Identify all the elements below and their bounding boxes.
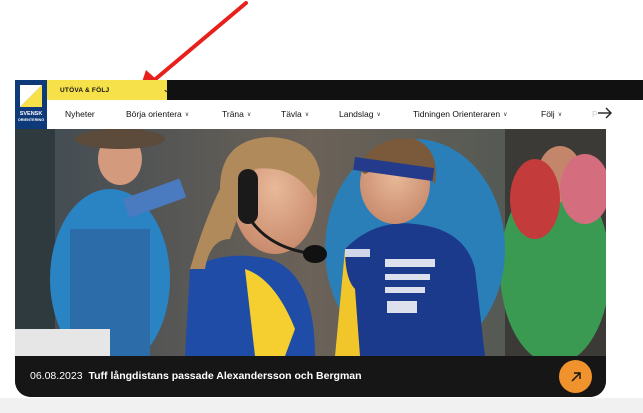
utova-folj-tab[interactable]: UTÖVA & FÖLJ ⌄ [47, 80, 170, 100]
nav-item-tidningen-orienteraren[interactable]: Tidningen Orienteraren ∨ [413, 109, 508, 119]
chevron-down-icon: ∨ [304, 111, 310, 118]
services-label: Tjänster [571, 6, 597, 13]
chevron-down-icon: ∨ [246, 111, 252, 118]
chevron-down-icon: ∨ [503, 111, 508, 118]
about-soft-label: Om SOFT [506, 6, 536, 13]
nav-item-label: Träna [222, 109, 244, 119]
orienteering-flag-icon [17, 82, 45, 110]
hero-caption-bar: 06.08.2023 Tuff långdistans passade Alex… [15, 356, 606, 397]
top-bar: UTÖVA & FÖLJ ⌄ [15, 80, 643, 100]
logo-line2: ORIENTERING [17, 118, 45, 122]
svensk-orientering-logo[interactable]: SVENSK ORIENTERING [15, 80, 47, 129]
hero-photo [15, 129, 606, 356]
news-date: 06.08.2023 [30, 370, 83, 382]
news-title: Tuff långdistans passade Alexandersson o… [88, 370, 362, 382]
nav-item-label: Nyheter [65, 109, 95, 119]
search-label: Sök [463, 6, 475, 13]
search-button[interactable]: Sök [463, 6, 485, 13]
about-soft-menu[interactable]: Om SOFT [506, 6, 545, 13]
nav-item-label: Tävla [281, 109, 302, 119]
nav-item-label: Följ [541, 109, 555, 119]
nav-item-folj[interactable]: Följ ∨ [541, 109, 562, 119]
arrow-up-right-icon [571, 371, 581, 381]
search-icon [478, 6, 485, 13]
bottom-section-strip [0, 398, 643, 413]
nav-item-label: Landslag [339, 109, 374, 119]
nav-item-borja-orientera[interactable]: Börja orientera ∨ [126, 109, 189, 119]
chevron-down-icon [539, 7, 545, 12]
services-link[interactable]: Tjänster [571, 6, 596, 13]
arrow-right-icon[interactable] [597, 106, 613, 120]
read-more-button[interactable] [559, 360, 592, 393]
utova-folj-label: UTÖVA & FÖLJ [60, 86, 110, 94]
hero-card[interactable]: 06.08.2023 Tuff långdistans passade Alex… [15, 129, 606, 397]
chevron-down-icon: ⌄ [163, 85, 170, 94]
chevron-down-icon: ∨ [557, 111, 563, 118]
nav-item-nyheter[interactable]: Nyheter [65, 109, 95, 119]
page: UTÖVA & FÖLJ ⌄ Sök Om SOFT Tjänster SVEN… [0, 0, 643, 413]
nav-item-trana[interactable]: Träna ∨ [222, 109, 251, 119]
nav-item-landslag[interactable]: Landslag ∨ [339, 109, 381, 119]
chevron-down-icon: ∨ [376, 111, 381, 118]
nav-item-tavla[interactable]: Tävla ∨ [281, 109, 309, 119]
main-nav: Nyheter Börja orientera ∨ Träna ∨ Tävla … [47, 100, 643, 129]
logo-text: SVENSK ORIENTERING [15, 111, 47, 123]
nav-item-label: Börja orientera [126, 109, 182, 119]
hero-caption[interactable]: 06.08.2023 Tuff långdistans passade Alex… [30, 370, 362, 382]
chevron-down-icon: ∨ [184, 111, 190, 118]
nav-item-label: Tidningen Orienteraren [413, 109, 501, 119]
